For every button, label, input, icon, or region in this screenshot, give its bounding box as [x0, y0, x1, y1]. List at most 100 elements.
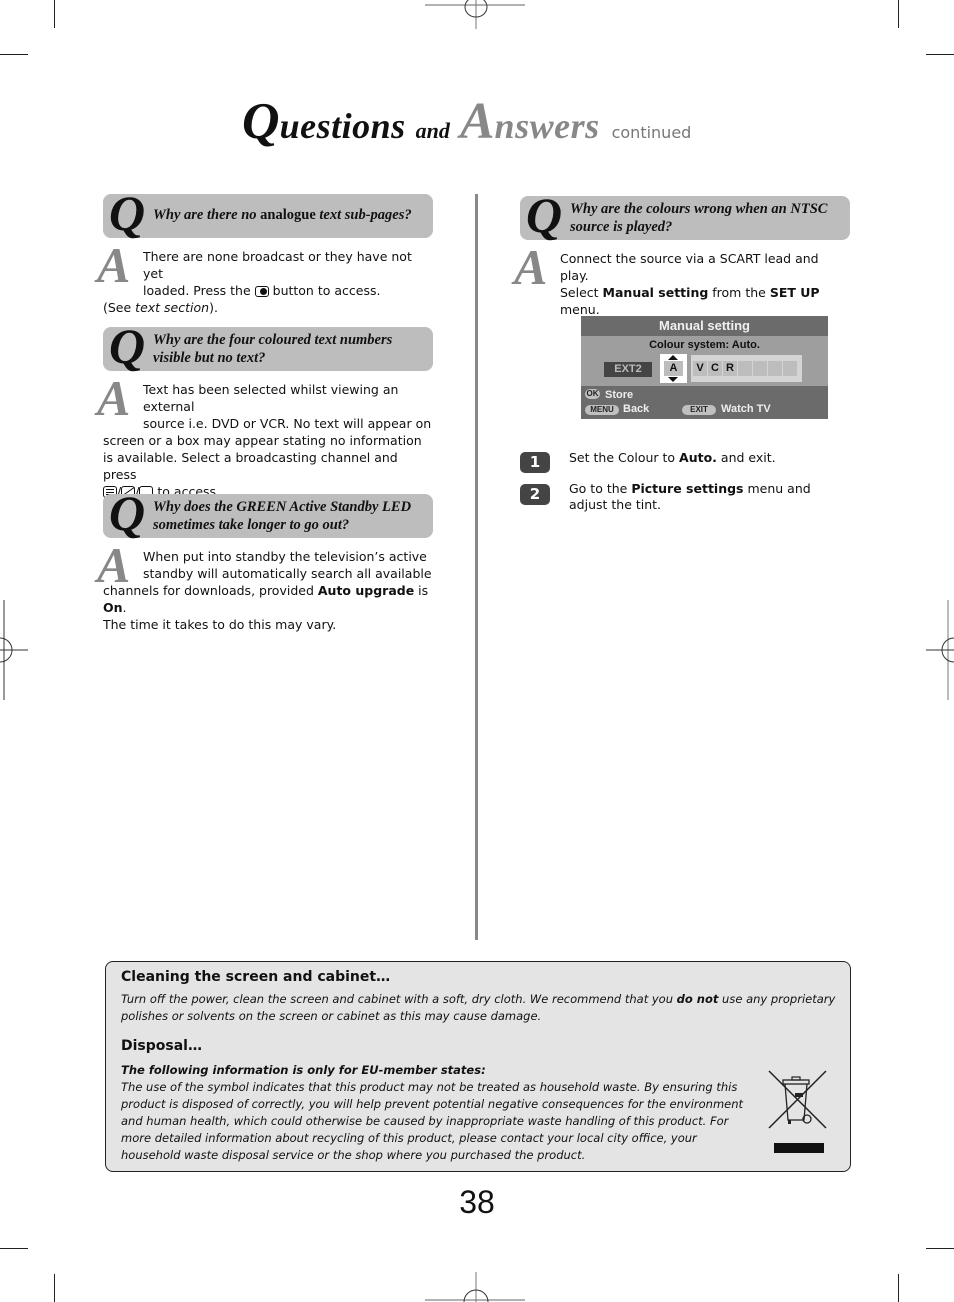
answer-text: channels for downloads, provided — [103, 583, 318, 598]
crop-mark-top-right-v — [898, 0, 899, 28]
answer-text: (See — [103, 300, 136, 315]
arrow-down-icon[interactable] — [668, 377, 678, 382]
arrow-up-icon[interactable] — [668, 355, 678, 360]
disposal-subheading: The following information is only for EU… — [121, 1063, 486, 1077]
answer-line: screen or a box may appear stating no in… — [103, 433, 422, 482]
step-text-bold: Auto. — [679, 450, 717, 465]
label-chars: V C R — [691, 355, 802, 382]
menu-key: MENU — [585, 405, 619, 415]
step-text: Set the Colour to Auto. and exit. — [569, 450, 834, 466]
registration-mark-right — [926, 600, 954, 700]
title-a-initial: A — [459, 93, 495, 150]
source-label: EXT2 — [604, 362, 652, 377]
selected-char: A — [664, 361, 683, 376]
registration-mark-left — [0, 600, 28, 700]
answer-1: A There are none broadcast or they have … — [97, 240, 433, 316]
page-number: 38 — [459, 1184, 495, 1220]
registration-mark-bottom — [425, 1272, 525, 1302]
question-text: Why does the GREEN Active Standby LED so… — [153, 499, 412, 533]
label-char — [753, 361, 767, 376]
crop-mark-bottom-right-h — [926, 1248, 954, 1249]
crop-mark-top-left-h — [0, 54, 28, 55]
label-char — [738, 361, 752, 376]
char-selector[interactable]: A — [660, 354, 687, 383]
question-suffix: text sub-pages? — [315, 207, 412, 223]
weee-crossed-bin-icon — [768, 1070, 827, 1153]
label-char: R — [723, 361, 737, 376]
crop-mark-bottom-left-h — [0, 1248, 28, 1249]
answer-text: Select — [560, 285, 603, 300]
cleaning-text-pre: Turn off the power, clean the screen and… — [121, 992, 677, 1006]
answer-bold: On — [103, 600, 123, 615]
answer-text: ). — [209, 300, 218, 315]
label-char — [768, 361, 782, 376]
question-prefix: Why are there no — [153, 207, 261, 223]
menu-title: Manual setting — [581, 316, 828, 336]
label-char — [783, 361, 797, 376]
crop-mark-top-left-v — [54, 0, 55, 28]
answer-line: Text has been selected whilst viewing an… — [143, 382, 399, 414]
step-text: Go to the Picture settings menu and adju… — [569, 481, 834, 513]
q-letter: Q — [109, 485, 146, 541]
menu-subtitle: Colour system: Auto. — [649, 339, 760, 351]
cleaning-text-bold: do not — [676, 992, 719, 1006]
a-letter: A — [514, 239, 548, 295]
answer-line: loaded. Press the button to access. — [103, 282, 433, 299]
answer-line: There are none broadcast or they have no… — [143, 249, 412, 281]
disposal-text: The use of the symbol indicates that thi… — [121, 1080, 744, 1162]
answer-3: A When put into standby the television’s… — [97, 540, 433, 633]
step-badge: 1 — [520, 452, 550, 473]
step-text-pre: Set the Colour to — [569, 450, 680, 465]
crop-mark-bottom-left-v — [54, 1274, 55, 1302]
title-continued: continued — [611, 123, 692, 142]
answer-text: loaded. Press the — [143, 283, 255, 298]
answer-text: button to access. — [268, 283, 381, 298]
step-text-bold: Picture settings — [631, 481, 744, 496]
answer-line: source i.e. DVD or VCR. No text will app… — [143, 416, 432, 431]
exit-key: EXIT — [682, 405, 716, 415]
answer-line: Connect the source via a SCART lead and … — [560, 251, 819, 283]
disposal-heading: Disposal… — [121, 1038, 202, 1054]
answer-text: is — [414, 583, 429, 598]
answer-line: (See text section). — [103, 299, 433, 316]
page-title: Questions and Answers continued — [242, 92, 691, 151]
answer-bold: SET UP — [769, 285, 820, 300]
question-text: Why are the four coloured text numbers v… — [153, 332, 393, 366]
question-text: Why are there no analogue text sub-pages… — [153, 206, 425, 224]
answer-line: When put into standby the television’s a… — [143, 549, 427, 564]
a-letter: A — [97, 237, 131, 293]
answer-text: from the — [708, 285, 770, 300]
title-q-initial: Q — [242, 93, 280, 150]
step-text-pre: Go to the — [569, 481, 632, 496]
answer-line: channels for downloads, provided Auto up… — [103, 582, 433, 616]
cleaning-disposal-box: Cleaning the screen and cabinet… Turn of… — [105, 961, 851, 1172]
answer-line: The time it takes to do this may vary. — [103, 617, 337, 632]
title-questions: uestions — [279, 106, 406, 146]
question-box-2: Q Why are the four coloured text numbers… — [103, 321, 433, 371]
answer-text: . — [122, 600, 127, 615]
a-letter: A — [97, 370, 131, 426]
ok-label: Store — [605, 389, 634, 401]
title-answers: nswers — [494, 106, 600, 146]
answer-line: standby will automatically search all av… — [143, 566, 432, 581]
registration-mark-top — [425, 0, 525, 29]
answer-bold: Manual setting — [602, 285, 709, 300]
q-letter: Q — [109, 185, 146, 241]
label-char: V — [693, 361, 707, 376]
a-letter: A — [97, 537, 131, 593]
step-text-post: and exit. — [716, 450, 776, 465]
question-box-1: Q Why are there no analogue text sub-pag… — [103, 188, 433, 238]
menu-label: Back — [623, 403, 650, 415]
cleaning-text: Turn off the power, clean the screen and… — [121, 991, 836, 1025]
menu-footer: OK Store MENU Back EXIT Watch TV — [581, 386, 828, 419]
step-badge: 2 — [520, 484, 550, 505]
label-char: C — [708, 361, 722, 376]
text-button-icon — [254, 286, 269, 297]
question-box-4: Q Why are the colours wrong when an NTSC… — [520, 190, 850, 240]
answer-bold: Auto upgrade — [317, 583, 415, 598]
exit-label: Watch TV — [721, 403, 771, 415]
column-divider — [475, 194, 478, 940]
answer-italic: text section — [135, 300, 210, 315]
manual-setting-menu: Manual setting Colour system: Auto. EXT2… — [581, 316, 828, 419]
title-and: and — [415, 118, 450, 143]
